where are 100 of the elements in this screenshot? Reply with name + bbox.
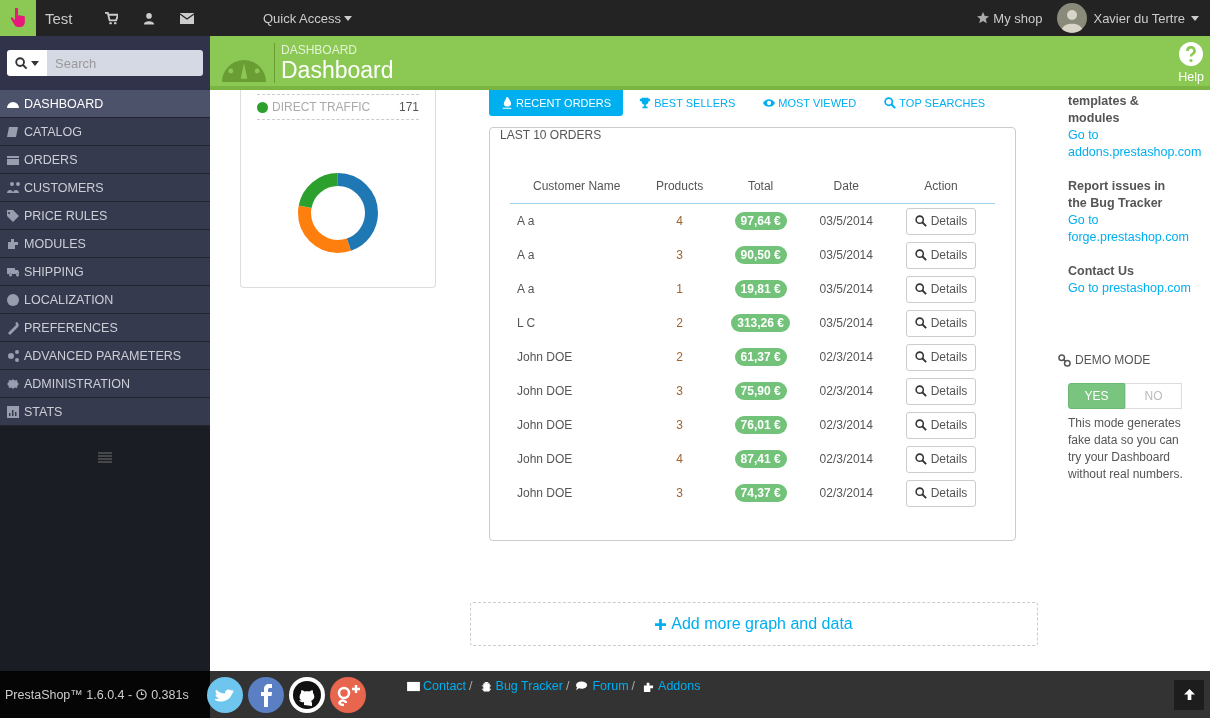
separator: / [565, 679, 570, 693]
plus-icon [655, 618, 667, 630]
table-cell-text: 03/5/2014 [818, 281, 874, 298]
search-icon [914, 487, 927, 499]
sidebar-item[interactable]: MODULES [0, 230, 210, 258]
table-cell: A a [510, 203, 644, 238]
fire-icon [501, 97, 513, 109]
total-badge: 313,26 € [731, 314, 790, 332]
bird-icon[interactable] [207, 676, 243, 713]
search-icon [15, 56, 28, 70]
details-button[interactable]: Details [905, 207, 977, 235]
table-cell-text: 02/3/2014 [818, 485, 874, 502]
cart-icon[interactable] [105, 11, 118, 25]
letter-f-logo-icon[interactable] [248, 676, 284, 713]
sidebar-item[interactable]: ADMINISTRATION [0, 370, 210, 398]
table-cell-text: John DOE [516, 417, 574, 434]
table-cell-text: 02/3/2014 [818, 383, 874, 400]
table-cell-text: 3 [675, 417, 684, 434]
sidebar-item[interactable]: PRICE RULES [0, 202, 210, 230]
load-time: 0.381s [151, 687, 189, 702]
panel-title: LAST 10 ORDERS [500, 128, 603, 142]
table-cell-text: 03/5/2014 [818, 247, 874, 264]
hand-pointer-icon [10, 8, 26, 28]
table-cell-text: John DOE [516, 383, 574, 400]
search-icon [914, 317, 927, 329]
sidebar-item[interactable]: CATALOG [0, 118, 210, 146]
star-icon [977, 12, 990, 24]
shop-name[interactable]: Test [45, 9, 105, 27]
eye-icon [763, 97, 776, 109]
table-cell-text: 3 [675, 383, 684, 400]
search-icon [914, 453, 927, 465]
details-button[interactable]: Details [905, 343, 977, 371]
sidebar-item[interactable]: LOCALIZATION [0, 286, 210, 314]
sidebar-item[interactable]: PREFERENCES [0, 314, 210, 342]
total-badge: 87,41 € [734, 450, 787, 468]
caret-icon [344, 15, 353, 21]
help-heading: templates & modules [1068, 93, 1140, 127]
details-button[interactable]: Details [905, 411, 977, 439]
version-text: PrestaShop™ 1.6.0.4 - [5, 687, 133, 702]
footer-link[interactable]: Bug Tracker [495, 679, 563, 693]
table-cell-text: 1 [675, 281, 684, 298]
footer-link[interactable]: Addons [658, 679, 701, 693]
search-icon [914, 351, 927, 363]
table-cell-text: 03/5/2014 [818, 315, 874, 332]
avatar[interactable] [1057, 3, 1088, 33]
column-header: Total [715, 169, 806, 204]
legend-label: DIRECT TRAFFIC [272, 100, 371, 114]
search-icon [914, 249, 927, 261]
table-cell-text: 2 [675, 315, 684, 332]
table-cell-text: 3 [675, 247, 684, 264]
table-cell: 4 [643, 203, 716, 238]
table-cell-text: L C [516, 315, 537, 332]
table-cell-text: A a [516, 247, 536, 264]
details-button[interactable]: Details [905, 275, 977, 303]
sidebar-item[interactable]: ADVANCED PARAMETERS [0, 342, 210, 370]
search-icon [914, 419, 927, 431]
scroll-to-top-button[interactable] [1174, 679, 1204, 710]
plus-logo-icon[interactable] [330, 676, 366, 713]
details-button[interactable]: Details [905, 377, 977, 405]
question-icon [1179, 42, 1204, 66]
column-header: Action [887, 169, 995, 204]
user-menu[interactable]: Xavier du Tertre [1093, 10, 1210, 26]
trophy-icon [639, 97, 652, 109]
separator: / [631, 679, 636, 693]
legend-value: 171 [398, 100, 419, 114]
search-icon [884, 97, 897, 109]
total-badge: 75,90 € [734, 382, 787, 400]
my-shop-link[interactable]: My shop [977, 10, 1043, 26]
details-button[interactable]: Details [905, 309, 977, 337]
table-cell-text: John DOE [516, 349, 574, 366]
table-cell-text: John DOE [516, 451, 574, 468]
caret-icon [1191, 15, 1199, 21]
search-icon [914, 283, 927, 295]
column-header: Products [643, 169, 716, 204]
table-cell-text: 02/3/2014 [818, 451, 874, 468]
separator: / [469, 679, 473, 693]
table-cell-text: A a [516, 281, 536, 298]
table-cell-text: 3 [675, 485, 684, 502]
search-dropdown-button[interactable] [7, 50, 47, 76]
help-heading: Contact Us [1068, 263, 1135, 280]
sidebar-item[interactable]: ORDERS [0, 146, 210, 174]
search-field[interactable]: Search [47, 50, 203, 76]
details-button[interactable]: Details [905, 479, 977, 507]
footer-link[interactable]: Contact [423, 679, 467, 693]
help-heading: Report issues in the Bug Tracker [1068, 178, 1167, 212]
user-icon[interactable] [143, 11, 155, 25]
details-button[interactable]: Details [905, 241, 977, 269]
table-cell-text: 02/3/2014 [818, 349, 874, 366]
table-cell-text: 4 [675, 451, 684, 468]
sidebar-item[interactable]: SHIPPING [0, 258, 210, 286]
sidebar-item[interactable]: STATS [0, 398, 210, 426]
table-cell-text: 2 [675, 349, 684, 366]
sidebar-item[interactable]: CUSTOMERS [0, 174, 210, 202]
sidebar-item[interactable]: DASHBOARD [0, 90, 210, 118]
total-badge: 76,01 € [734, 416, 787, 434]
cat-logo-icon[interactable] [289, 676, 325, 713]
column-header: Date [805, 169, 887, 204]
quick-access-menu[interactable]: Quick Access [263, 10, 353, 26]
details-button[interactable]: Details [905, 445, 977, 473]
footer-link[interactable]: Forum [592, 679, 629, 693]
